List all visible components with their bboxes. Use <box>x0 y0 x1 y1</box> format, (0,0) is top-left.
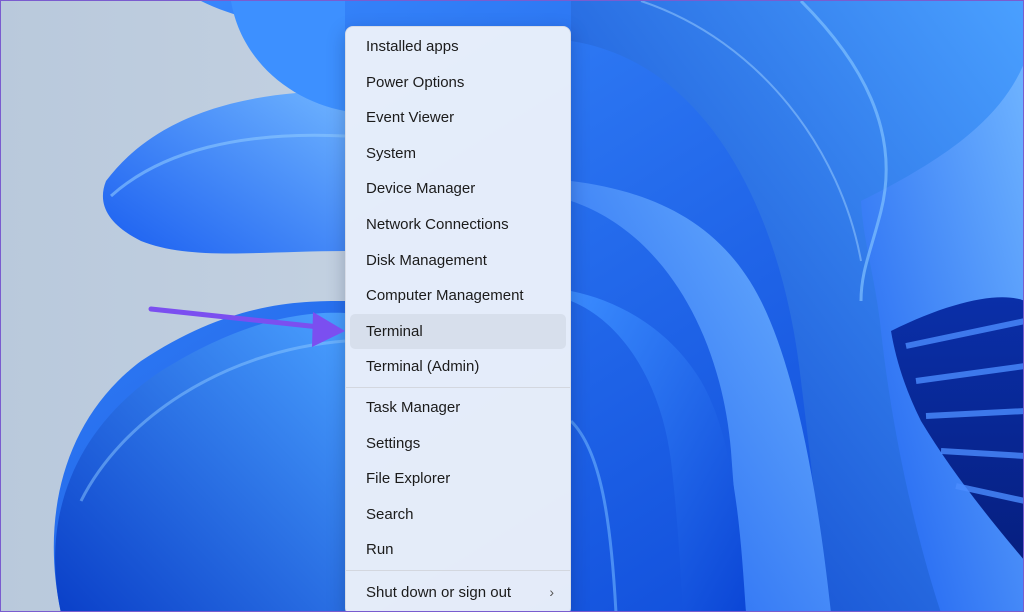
menu-item-file-explorer[interactable]: File Explorer <box>350 461 566 497</box>
menu-item-event-viewer[interactable]: Event Viewer <box>350 100 566 136</box>
menu-item-installed-apps[interactable]: Installed apps <box>350 29 566 65</box>
menu-item-terminal[interactable]: Terminal <box>350 313 566 350</box>
menu-item-shut-down-or-sign-out[interactable]: Shut down or sign out › <box>350 575 566 611</box>
menu-item-run[interactable]: Run <box>350 532 566 568</box>
menu-separator <box>346 386 570 388</box>
menu-item-disk-management[interactable]: Disk Management <box>350 243 566 279</box>
menu-item-system[interactable]: System <box>350 136 566 172</box>
menu-item-computer-management[interactable]: Computer Management <box>350 278 566 314</box>
menu-item-terminal-admin[interactable]: Terminal (Admin) <box>350 349 566 385</box>
menu-item-power-options[interactable]: Power Options <box>350 65 566 101</box>
menu-group-system-tools: Installed apps Power Options Event Viewe… <box>346 29 570 385</box>
menu-item-network-connections[interactable]: Network Connections <box>350 207 566 243</box>
menu-separator <box>346 569 570 571</box>
menu-item-task-manager[interactable]: Task Manager <box>350 390 566 426</box>
desktop: Installed apps Power Options Event Viewe… <box>0 0 1024 612</box>
shutdown-label: Shut down or sign out <box>366 583 512 601</box>
winx-context-menu: Installed apps Power Options Event Viewe… <box>345 26 571 611</box>
menu-item-search[interactable]: Search <box>350 497 566 533</box>
menu-item-settings[interactable]: Settings <box>350 426 566 462</box>
chevron-right-icon: › <box>549 583 554 600</box>
menu-group-utilities: Task Manager Settings File Explorer Sear… <box>346 390 570 568</box>
menu-item-device-manager[interactable]: Device Manager <box>350 171 566 207</box>
